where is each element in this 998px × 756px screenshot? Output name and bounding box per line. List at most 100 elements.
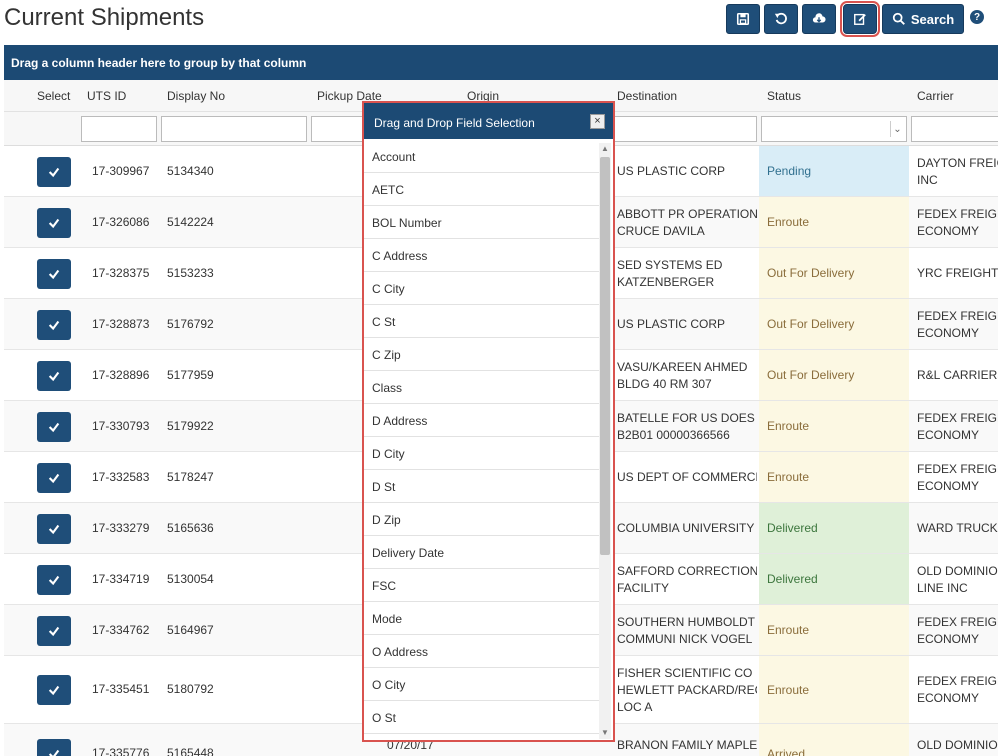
- field-list-item[interactable]: C City: [364, 272, 599, 305]
- select-checkbox[interactable]: [37, 739, 71, 756]
- cell-uts-id: 17-333279: [92, 520, 150, 535]
- column-header-status[interactable]: Status: [767, 89, 801, 103]
- field-list-item[interactable]: Mode: [364, 602, 599, 635]
- cell-carrier: INC: [917, 172, 938, 187]
- select-checkbox[interactable]: [37, 156, 71, 187]
- status-badge: Arrived: [759, 724, 909, 756]
- field-list-item[interactable]: C Zip: [364, 338, 599, 371]
- scroll-up-icon[interactable]: ▲: [599, 143, 611, 155]
- status-badge: Delivered: [759, 503, 909, 553]
- cell-carrier: ECONOMY: [917, 325, 980, 340]
- edit-columns-button[interactable]: [840, 1, 880, 37]
- cell-destination: US PLASTIC CORP: [617, 164, 726, 178]
- cell-destination: COMMUNI NICK VOGEL: [617, 631, 753, 646]
- select-checkbox[interactable]: [37, 615, 71, 646]
- select-checkbox[interactable]: [37, 309, 71, 340]
- cell-carrier: OLD DOMINION: [917, 563, 998, 578]
- page-title: Current Shipments: [4, 4, 205, 31]
- cell-carrier: ECONOMY: [917, 427, 980, 442]
- cell-destination: CRUCE DAVILA: [617, 223, 705, 238]
- filter-destination[interactable]: [611, 116, 757, 142]
- close-icon[interactable]: ×: [590, 114, 605, 129]
- group-by-bar[interactable]: Drag a column header here to group by th…: [4, 45, 998, 80]
- cell-destination: BATELLE FOR US DOES: [617, 410, 755, 425]
- cell-destination: COLUMBIA UNIVERSITY: [617, 521, 755, 535]
- download-button[interactable]: [802, 4, 836, 34]
- select-checkbox[interactable]: [37, 564, 71, 595]
- field-list-item[interactable]: Delivery Date: [364, 536, 599, 569]
- field-list-item[interactable]: C St: [364, 305, 599, 338]
- field-list-item[interactable]: D Address: [364, 404, 599, 437]
- popup-header[interactable]: Drag and Drop Field Selection ×: [364, 103, 613, 139]
- cell-uts-id: 17-334762: [92, 622, 150, 637]
- status-badge: Enroute: [759, 401, 909, 451]
- cell-carrier: FEDEX FREIGHT: [917, 308, 998, 323]
- search-button-label: Search: [910, 11, 955, 27]
- field-list-item[interactable]: AETC: [364, 173, 599, 206]
- help-icon[interactable]: ?: [970, 10, 984, 24]
- cell-carrier: R&L CARRIERS I: [917, 368, 998, 382]
- field-list-item[interactable]: O City: [364, 668, 599, 701]
- check-icon: [48, 371, 60, 381]
- filter-carrier[interactable]: [911, 116, 998, 142]
- cell-carrier: FEDEX FREIGHT: [917, 461, 998, 476]
- search-button[interactable]: Search: [882, 4, 964, 34]
- select-checkbox[interactable]: [37, 675, 71, 705]
- filter-display-no[interactable]: [161, 116, 307, 142]
- select-checkbox[interactable]: [37, 360, 71, 391]
- column-header-uts-id[interactable]: UTS ID: [87, 89, 126, 103]
- cell-destination: FISHER SCIENTIFIC CO: [617, 665, 753, 680]
- cell-destination: US PLASTIC CORP: [617, 317, 726, 331]
- field-list-item[interactable]: Account: [364, 140, 599, 173]
- cell-uts-id: 17-328375: [92, 265, 150, 280]
- cell-uts-id: 17-326086: [92, 214, 150, 229]
- select-checkbox[interactable]: [37, 513, 71, 544]
- column-header-display-no[interactable]: Display No: [167, 89, 225, 103]
- field-list-item[interactable]: D City: [364, 437, 599, 470]
- cell-destination: LOC A: [617, 699, 653, 714]
- undo-button[interactable]: [764, 4, 798, 34]
- select-checkbox[interactable]: [37, 207, 71, 238]
- cell-carrier: ECONOMY: [917, 631, 980, 646]
- column-header-carrier[interactable]: Carrier: [917, 89, 954, 103]
- check-icon: [48, 626, 60, 636]
- filter-uts-id[interactable]: [81, 116, 157, 142]
- status-badge: Out For Delivery: [759, 248, 909, 298]
- check-icon: [48, 269, 60, 279]
- column-header-destination[interactable]: Destination: [617, 89, 677, 103]
- cell-display-no: 5177959: [167, 367, 214, 382]
- cell-uts-id: 17-335776: [92, 746, 150, 756]
- cell-display-no: 5176792: [167, 316, 214, 331]
- cell-display-no: 5164967: [167, 622, 214, 637]
- select-checkbox[interactable]: [37, 411, 71, 442]
- scroll-down-icon[interactable]: ▼: [599, 727, 611, 739]
- status-badge: Enroute: [759, 656, 909, 723]
- field-list-item[interactable]: D Zip: [364, 503, 599, 536]
- check-icon: [48, 524, 60, 534]
- field-list-item[interactable]: C Address: [364, 239, 599, 272]
- scrollbar-thumb[interactable]: [600, 157, 610, 555]
- save-icon: [736, 12, 750, 26]
- cell-destination: FACILITY: [617, 580, 670, 595]
- undo-icon: [774, 12, 787, 25]
- field-list-item[interactable]: FSC: [364, 569, 599, 602]
- field-list-item[interactable]: O Address: [364, 635, 599, 668]
- check-icon: [48, 575, 60, 585]
- popup-scrollbar[interactable]: ▲ ▼: [599, 143, 611, 739]
- column-header-select[interactable]: Select: [37, 89, 70, 103]
- select-checkbox[interactable]: [37, 462, 71, 493]
- cell-carrier: FEDEX FREIGHT: [917, 410, 998, 425]
- status-badge: Delivered: [759, 554, 909, 604]
- cell-uts-id: 17-330793: [92, 418, 150, 433]
- check-icon: [48, 218, 60, 228]
- filter-status-select[interactable]: ⌄: [761, 116, 907, 142]
- field-selection-popup: Drag and Drop Field Selection × Account A…: [362, 101, 615, 742]
- select-checkbox[interactable]: [37, 258, 71, 289]
- field-list-item[interactable]: D St: [364, 470, 599, 503]
- field-list-item[interactable]: Class: [364, 371, 599, 404]
- cell-carrier: LINE INC: [917, 580, 968, 595]
- field-list-item[interactable]: BOL Number: [364, 206, 599, 239]
- check-icon: [48, 685, 60, 696]
- save-button[interactable]: [726, 4, 760, 34]
- field-list-item[interactable]: O St: [364, 701, 599, 734]
